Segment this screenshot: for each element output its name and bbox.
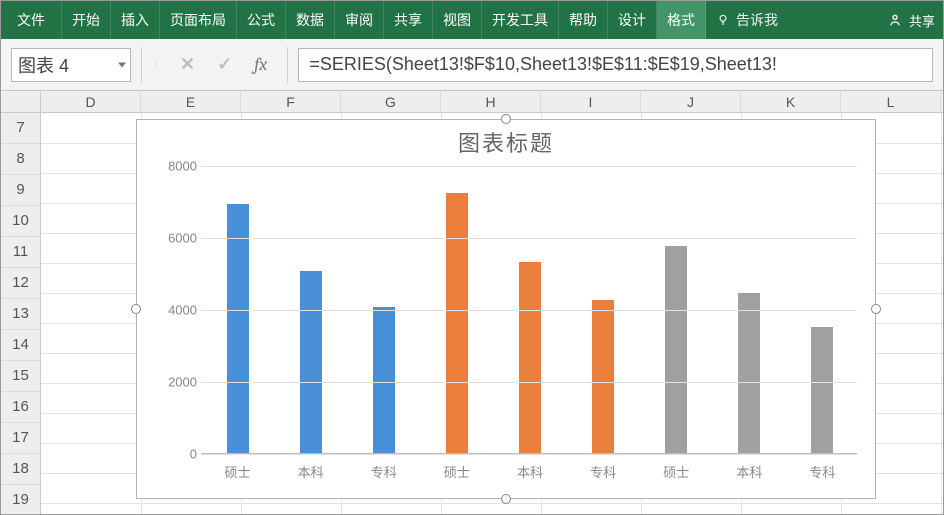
lightbulb-icon — [716, 13, 730, 27]
resize-handle-top[interactable] — [501, 114, 511, 124]
formula-bar-row: 图表 4 ⋮ ✕ ✓ fx =SERIES(Sheet13!$F$10,Shee… — [1, 39, 943, 91]
row-header[interactable]: 9 — [1, 175, 40, 206]
col-header[interactable]: E — [141, 91, 241, 112]
col-header[interactable]: L — [841, 91, 941, 112]
chart-bar[interactable] — [738, 293, 760, 454]
ribbon-tab-help[interactable]: 帮助 — [559, 1, 608, 39]
row-header[interactable]: 7 — [1, 113, 40, 144]
y-tick-label: 4000 — [151, 303, 197, 318]
formula-cancel-button[interactable]: ✕ — [180, 54, 195, 75]
row-headers: 7 8 9 10 11 12 13 14 15 16 17 18 19 — [1, 113, 41, 514]
chart-bar[interactable] — [373, 307, 395, 454]
resize-handle-bottom[interactable] — [501, 494, 511, 504]
ribbon-tab-design[interactable]: 设计 — [608, 1, 657, 39]
col-header[interactable]: K — [741, 91, 841, 112]
row-header[interactable]: 11 — [1, 237, 40, 268]
row-header[interactable]: 18 — [1, 454, 40, 485]
row-header[interactable]: 13 — [1, 299, 40, 330]
chart-y-axis: 02000400060008000 — [151, 166, 197, 454]
y-tick-label: 8000 — [151, 159, 197, 174]
tell-me-label: 告诉我 — [736, 10, 778, 30]
chart-bar[interactable] — [519, 262, 541, 454]
y-tick-label: 2000 — [151, 375, 197, 390]
ribbon-tab-formulas[interactable]: 公式 — [237, 1, 286, 39]
x-tick-label: 专科 — [371, 462, 397, 481]
share-label: 共享 — [909, 11, 935, 30]
ribbon-tab-format[interactable]: 格式 — [657, 1, 706, 39]
chevron-down-icon — [118, 62, 126, 67]
x-tick-label: 硕士 — [225, 462, 251, 481]
row-header[interactable]: 14 — [1, 330, 40, 361]
chart-bar[interactable] — [446, 193, 468, 454]
resize-handle-left[interactable] — [131, 304, 141, 314]
ribbon-tab-data[interactable]: 数据 — [286, 1, 335, 39]
col-header[interactable]: G — [341, 91, 441, 112]
x-tick-label: 专科 — [590, 462, 616, 481]
chart-x-axis: 硕士 本科 专科 硕士 本科 专科 硕士 本科 专科 — [201, 462, 857, 482]
chart-bar[interactable] — [592, 300, 614, 454]
ribbon-tab-share[interactable]: 共享 — [384, 1, 433, 39]
formula-value: =SERIES(Sheet13!$F$10,Sheet13!$E$11:$E$1… — [309, 54, 777, 75]
fx-icon[interactable]: fx — [254, 54, 267, 75]
resize-handle-right[interactable] — [871, 304, 881, 314]
ribbon-tab-devtools[interactable]: 开发工具 — [482, 1, 559, 39]
ribbon-tab-pagelayout[interactable]: 页面布局 — [160, 1, 237, 39]
tell-me-search[interactable]: 告诉我 — [706, 1, 788, 39]
formula-buttons: ✕ ✓ fx — [170, 54, 277, 75]
x-tick-label: 硕士 — [444, 462, 470, 481]
column-headers: D E F G H I J K L — [1, 91, 943, 113]
ribbon: 文件 开始 插入 页面布局 公式 数据 审阅 共享 视图 开发工具 帮助 设计 … — [1, 1, 943, 39]
col-header[interactable]: F — [241, 91, 341, 112]
share-icon — [887, 12, 903, 28]
ribbon-tab-view[interactable]: 视图 — [433, 1, 482, 39]
y-tick-label: 0 — [151, 447, 197, 462]
divider — [287, 47, 288, 83]
row-header[interactable]: 17 — [1, 423, 40, 454]
chart-bar[interactable] — [665, 246, 687, 454]
worksheet-grid[interactable]: D E F G H I J K L 7 8 9 10 11 12 13 14 1… — [1, 91, 943, 514]
name-box-value: 图表 4 — [18, 52, 69, 78]
chart-title[interactable]: 图表标题 — [137, 120, 875, 158]
cell-area[interactable]: 图表标题 02000400060008000 硕士本科专科硕士本科专科硕士本科专… — [41, 113, 943, 514]
row-header[interactable]: 16 — [1, 392, 40, 423]
row-header[interactable]: 8 — [1, 144, 40, 175]
embedded-chart[interactable]: 图表标题 02000400060008000 硕士本科专科硕士本科专科硕士本科专… — [136, 119, 876, 499]
ribbon-share[interactable]: 共享 — [879, 1, 943, 39]
row-header[interactable]: 10 — [1, 206, 40, 237]
row-header[interactable]: 19 — [1, 485, 40, 514]
col-header[interactable]: H — [441, 91, 541, 112]
chart-plot-area[interactable]: 02000400060008000 — [201, 166, 857, 454]
ribbon-tab-review[interactable]: 审阅 — [335, 1, 384, 39]
col-header[interactable]: J — [641, 91, 741, 112]
x-tick-label: 专科 — [809, 462, 835, 481]
col-header[interactable]: I — [541, 91, 641, 112]
row-header[interactable]: 15 — [1, 361, 40, 392]
x-tick-label: 本科 — [298, 462, 324, 481]
ribbon-tab-home[interactable]: 开始 — [62, 1, 111, 39]
divider — [141, 47, 142, 83]
chart-bar[interactable] — [227, 204, 249, 454]
formula-input[interactable]: =SERIES(Sheet13!$F$10,Sheet13!$E$11:$E$1… — [298, 48, 933, 82]
formula-enter-button[interactable]: ✓ — [217, 54, 232, 75]
chart-bar[interactable] — [300, 271, 322, 454]
x-tick-label: 硕士 — [663, 462, 689, 481]
x-tick-label: 本科 — [736, 462, 762, 481]
grip-icon: ⋮ — [152, 50, 160, 80]
y-tick-label: 6000 — [151, 231, 197, 246]
row-header[interactable]: 12 — [1, 268, 40, 299]
chart-bar[interactable] — [811, 327, 833, 454]
ribbon-tab-file[interactable]: 文件 — [1, 1, 62, 39]
x-tick-label: 本科 — [517, 462, 543, 481]
ribbon-tab-insert[interactable]: 插入 — [111, 1, 160, 39]
name-box[interactable]: 图表 4 — [11, 48, 131, 82]
select-all-corner[interactable] — [1, 91, 41, 112]
col-header[interactable]: D — [41, 91, 141, 112]
